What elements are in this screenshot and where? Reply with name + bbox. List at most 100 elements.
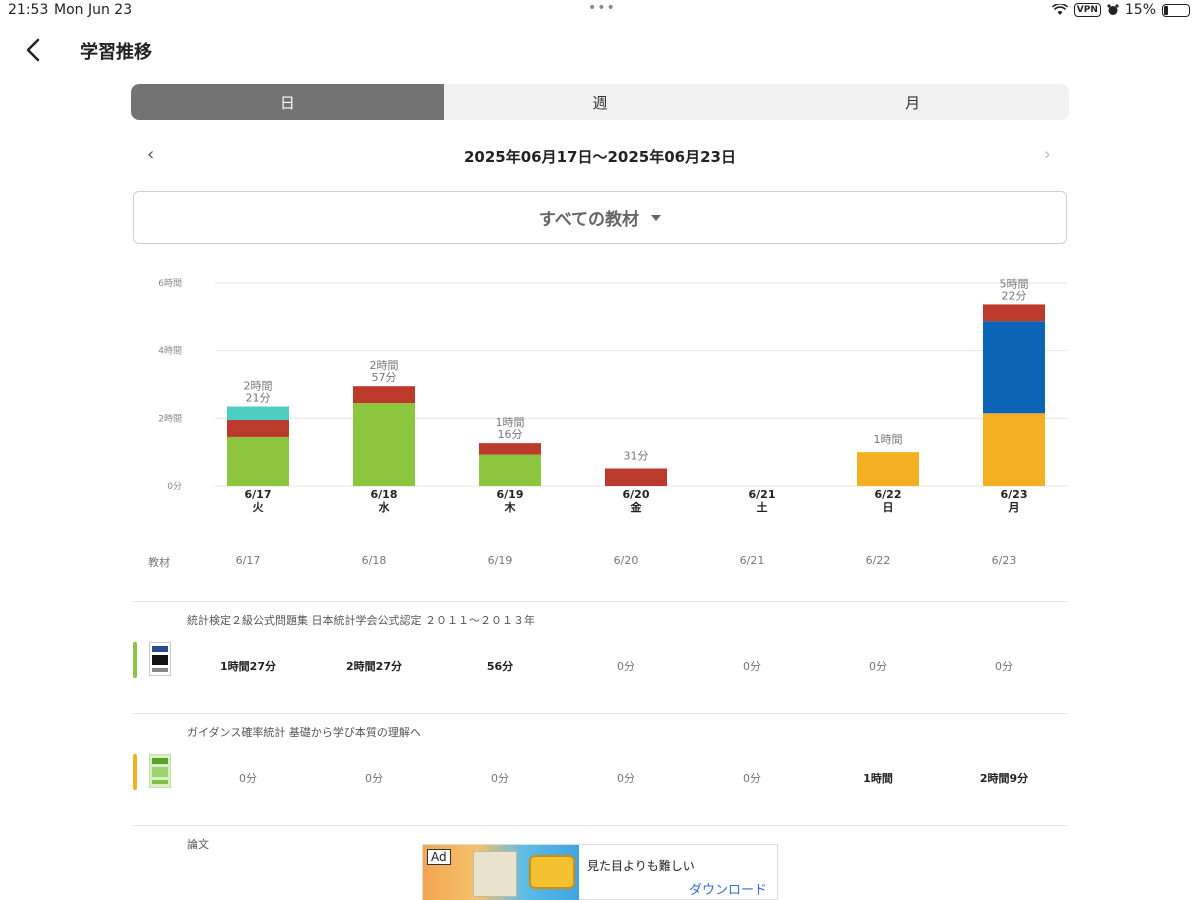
time-cell: 0分 xyxy=(239,772,257,785)
bar-segment xyxy=(605,468,667,486)
caret-down-icon xyxy=(651,214,662,221)
book-cover-thumbnail xyxy=(149,754,171,788)
table-header-date: 6/21 xyxy=(739,554,765,567)
table-header-material: 教材 xyxy=(148,556,170,569)
bar-segment xyxy=(353,403,415,486)
table-header-date: 6/17 xyxy=(235,554,261,567)
wifi-icon xyxy=(1051,4,1068,15)
x-tick-label: 6/19 xyxy=(497,488,524,501)
tab-month[interactable]: 月 xyxy=(756,84,1069,120)
bar-segment xyxy=(983,321,1045,414)
chevron-left-icon xyxy=(26,38,40,62)
x-weekday-label: 日 xyxy=(883,501,894,514)
table-header-date: 6/19 xyxy=(487,554,513,567)
date-range-nav: ‹ 2025年06月17日〜2025年06月23日 › xyxy=(131,140,1069,172)
x-tick-label: 6/17 xyxy=(245,488,272,501)
table-header-date: 6/23 xyxy=(991,554,1017,567)
x-tick-label: 6/20 xyxy=(623,488,650,501)
table-header-date: 6/20 xyxy=(613,554,639,567)
bar-segment xyxy=(479,443,541,455)
tab-week[interactable]: 週 xyxy=(444,84,757,120)
material-title: 統計検定２級公式問題集 日本統計学会公式認定 ２０１１〜２０１３年 xyxy=(187,614,535,627)
date-range-label: 2025年06月17日〜2025年06月23日 xyxy=(464,148,736,166)
x-weekday-label: 月 xyxy=(1008,501,1020,514)
next-range-button[interactable]: › xyxy=(1044,144,1051,165)
bar-segment xyxy=(857,452,919,486)
x-weekday-label: 木 xyxy=(504,500,517,514)
time-cell: 0分 xyxy=(743,772,761,785)
material-select-label: すべての教材 xyxy=(538,210,640,230)
battery-percent: 15% xyxy=(1124,2,1156,18)
battery-icon xyxy=(1162,3,1190,17)
material-color-bar xyxy=(133,754,137,790)
table-header: 教材 6/17 6/18 6/19 6/20 6/21 6/22 6/23 xyxy=(133,550,1067,574)
bar-total-label: 31分 xyxy=(624,450,649,463)
alarm-icon xyxy=(1107,4,1119,15)
status-indicators: VPN 15% xyxy=(1051,2,1190,18)
bar-total-label: 1時間 xyxy=(874,433,903,446)
time-cell: 0分 xyxy=(743,660,761,673)
material-title: ガイダンス確率統計 基礎から学び本質の理解へ xyxy=(187,726,421,739)
x-tick-label: 6/22 xyxy=(875,488,902,501)
material-row[interactable]: ガイダンス確率統計 基礎から学び本質の理解へ 0分 0分 0分 0分 0分 1時… xyxy=(133,714,1067,826)
time-cell: 2時間9分 xyxy=(979,772,1029,785)
time-cell: 0分 xyxy=(617,660,635,673)
multitask-dots-icon[interactable]: ••• xyxy=(588,0,616,16)
status-time: 21:53 xyxy=(8,2,49,18)
x-weekday-label: 土 xyxy=(757,500,768,514)
time-cell: 56分 xyxy=(486,660,514,673)
bar-segment xyxy=(227,420,289,437)
bar-total-label: 22分 xyxy=(1002,289,1027,302)
page-title: 学習推移 xyxy=(80,42,152,63)
x-weekday-label: 金 xyxy=(630,500,643,514)
y-tick-label: 2時間 xyxy=(158,413,182,424)
book-cover-thumbnail xyxy=(149,642,171,676)
ad-badge: Ad xyxy=(427,849,451,865)
ad-text: 見た目よりも難しい xyxy=(587,859,695,873)
x-weekday-label: 水 xyxy=(379,500,391,514)
app-header: 学習推移 xyxy=(0,30,1200,70)
status-date: Mon Jun 23 xyxy=(54,2,133,18)
time-cell: 0分 xyxy=(617,772,635,785)
period-tabs: 日 週 月 xyxy=(131,84,1069,120)
table-header-date: 6/22 xyxy=(865,554,891,567)
x-weekday-label: 火 xyxy=(253,501,265,514)
time-cell: 0分 xyxy=(995,660,1013,673)
x-tick-label: 6/18 xyxy=(371,488,398,501)
material-select[interactable]: すべての教材 xyxy=(133,191,1067,244)
time-cell: 0分 xyxy=(869,660,887,673)
ad-book-image xyxy=(473,851,517,897)
tab-day[interactable]: 日 xyxy=(131,84,444,120)
back-button[interactable] xyxy=(20,36,48,64)
time-cell: 2時間27分 xyxy=(346,660,402,673)
bar-segment xyxy=(983,304,1045,322)
y-tick-label: 6時間 xyxy=(158,278,182,289)
bar-segment xyxy=(227,406,289,421)
x-tick-label: 6/21 xyxy=(749,488,776,501)
time-cell: 0分 xyxy=(491,772,509,785)
material-title: 論文 xyxy=(187,838,209,851)
y-tick-label: 0分 xyxy=(167,481,182,492)
time-cell: 0分 xyxy=(365,772,383,785)
time-cell: 1時間 xyxy=(863,772,893,785)
bar-total-label: 16分 xyxy=(498,428,523,441)
x-tick-label: 6/23 xyxy=(1001,488,1028,501)
bar-segment xyxy=(983,413,1045,486)
bar-segment xyxy=(227,436,289,486)
bar-total-label: 21分 xyxy=(246,391,271,404)
bar-segment xyxy=(353,386,415,404)
ad-download-link[interactable]: ダウンロード xyxy=(689,879,767,898)
divider xyxy=(133,825,1067,826)
bar-segment xyxy=(479,454,541,486)
ad-banner[interactable]: Ad 見た目よりも難しい ダウンロード xyxy=(422,844,778,900)
material-row[interactable]: 統計検定２級公式問題集 日本統計学会公式認定 ２０１１〜２０１３年 1時間27分… xyxy=(133,602,1067,714)
y-tick-label: 4時間 xyxy=(158,346,182,357)
ad-bus-image xyxy=(529,855,575,889)
table-header-date: 6/18 xyxy=(361,554,387,567)
status-bar: 21:53 Mon Jun 23 ••• VPN 15% xyxy=(0,0,1200,22)
material-color-bar xyxy=(133,642,137,678)
bar-total-label: 57分 xyxy=(372,371,397,384)
study-time-chart: 0分2時間4時間6時間2時間21分6/17火2時間57分6/18水1時間16分6… xyxy=(158,277,1067,514)
time-cell: 1時間27分 xyxy=(220,660,276,673)
vpn-badge: VPN xyxy=(1073,3,1101,17)
